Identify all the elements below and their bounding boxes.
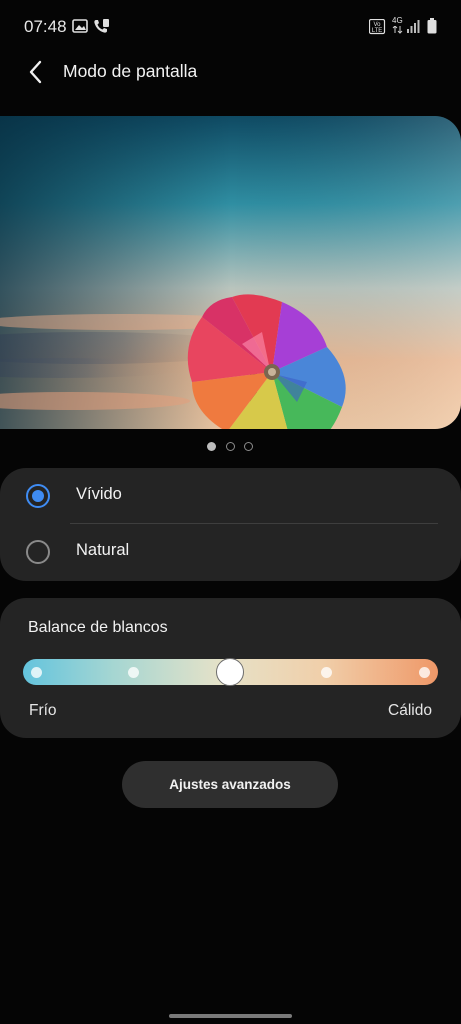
cold-label: Frío	[29, 702, 57, 719]
white-balance-title: Balance de blancos	[28, 619, 168, 636]
screen-mode-card: Vívido Natural	[0, 468, 461, 581]
page-dot-1[interactable]	[207, 442, 216, 451]
app-header: Modo de pantalla	[0, 52, 461, 92]
white-balance-card: Balance de blancos Frío Cálido	[0, 598, 461, 738]
slider-step-4	[321, 667, 332, 678]
back-arrow-icon[interactable]	[24, 58, 48, 86]
page-dot-2[interactable]	[226, 442, 235, 451]
advanced-settings-button[interactable]: Ajustes avanzados	[122, 761, 338, 808]
gesture-nav-bar[interactable]	[169, 1014, 292, 1018]
page-dot-3[interactable]	[244, 442, 253, 451]
white-balance-slider[interactable]	[23, 658, 438, 686]
signal-icon	[407, 20, 420, 33]
slider-step-1	[31, 667, 42, 678]
network-4g-icon: 4G	[392, 16, 403, 25]
option-vivid[interactable]: Vívido	[0, 468, 461, 524]
preview-image[interactable]	[0, 116, 461, 429]
slider-step-2	[128, 667, 139, 678]
option-natural-label: Natural	[76, 541, 130, 559]
wifi-calling-icon	[94, 19, 109, 33]
pinwheel-photo	[0, 116, 461, 429]
preview-page-indicator	[0, 441, 461, 453]
radio-vivid[interactable]	[26, 484, 50, 508]
slider-step-5	[419, 667, 430, 678]
battery-icon	[427, 18, 437, 34]
volte-icon: Vo LTE	[369, 19, 386, 35]
warm-label: Cálido	[388, 702, 432, 719]
option-natural[interactable]: Natural	[0, 524, 461, 580]
status-bar: 07:48 Vo LTE 4G	[0, 0, 461, 54]
image-icon	[72, 19, 88, 33]
radio-natural[interactable]	[26, 540, 50, 564]
status-time: 07:48	[24, 17, 67, 36]
svg-text:LTE: LTE	[372, 28, 383, 34]
option-vivid-label: Vívido	[76, 485, 122, 503]
data-arrows-icon	[392, 26, 403, 34]
slider-thumb[interactable]	[216, 658, 244, 686]
page-title: Modo de pantalla	[63, 61, 198, 81]
